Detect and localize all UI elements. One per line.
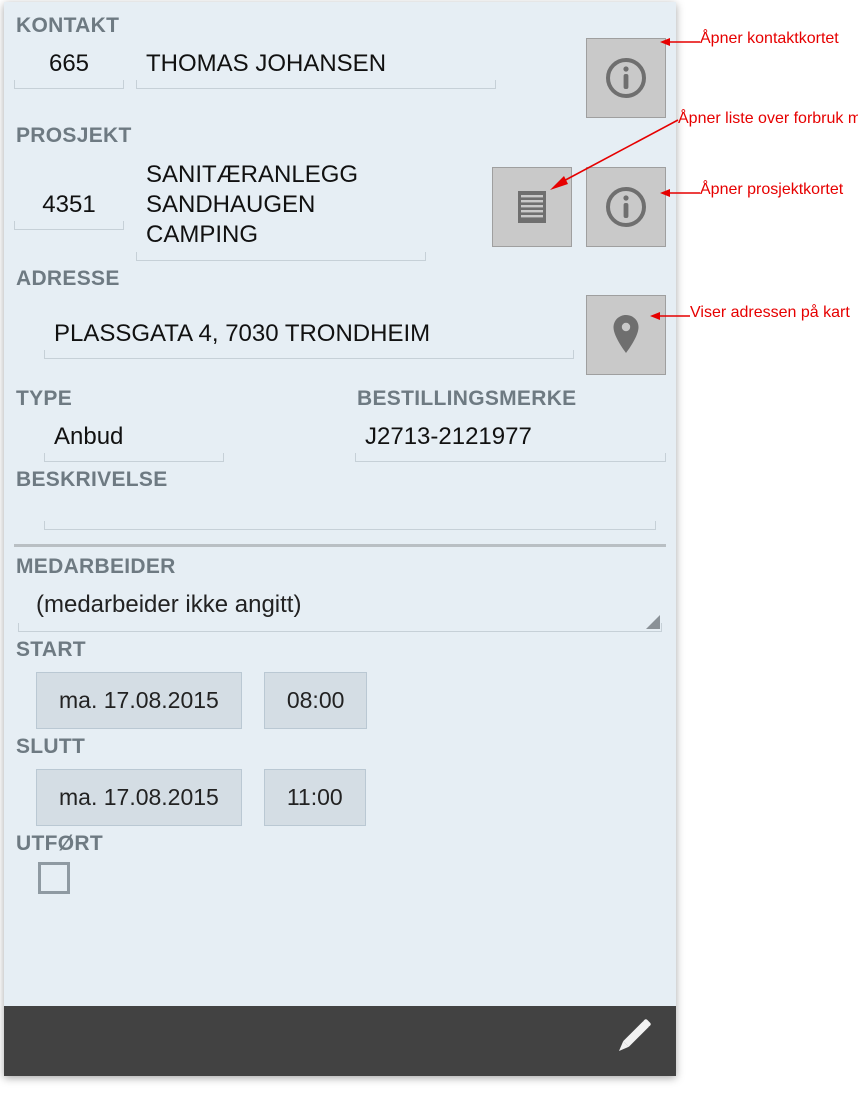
adresse-field[interactable]: PLASSGATA 4, 7030 TRONDHEIM	[44, 312, 574, 359]
info-icon	[603, 184, 649, 230]
beskrivelse-field[interactable]	[44, 496, 656, 530]
callout-prosjekt-info: Åpner prosjektkortet	[700, 181, 843, 199]
info-icon	[603, 55, 649, 101]
prosjekt-info-button[interactable]	[586, 167, 666, 247]
kontakt-id-field[interactable]: 665	[14, 42, 124, 89]
list-icon	[512, 187, 552, 227]
section-divider	[14, 544, 666, 547]
bottom-toolbar	[4, 1006, 676, 1076]
label-start: START	[16, 638, 666, 662]
form-panel: KONTAKT 665 THOMAS JOHANSEN PROSJEKT	[4, 2, 676, 1076]
callout-prosjekt-list: Åpner liste over forbruk mv	[678, 110, 858, 128]
slutt-date-button[interactable]: ma. 17.08.2015	[36, 769, 242, 826]
prosjekt-id-field[interactable]: 4351	[14, 183, 124, 230]
medarbeider-select[interactable]: (medarbeider ikke angitt)	[18, 583, 662, 632]
kontakt-info-button[interactable]	[586, 38, 666, 118]
adresse-map-button[interactable]	[586, 295, 666, 375]
label-kontakt: KONTAKT	[16, 14, 666, 38]
type-field[interactable]: Anbud	[44, 415, 224, 462]
label-bestillingsmerke: BESTILLINGSMERKE	[357, 387, 666, 411]
bestillingsmerke-field[interactable]: J2713-2121977	[355, 415, 666, 462]
edit-button[interactable]	[604, 1012, 658, 1071]
label-utfort: UTFØRT	[16, 832, 666, 856]
utfort-checkbox[interactable]	[38, 862, 70, 894]
label-medarbeider: MEDARBEIDER	[16, 555, 666, 579]
pencil-icon	[604, 1012, 658, 1066]
start-time-button[interactable]: 08:00	[264, 672, 368, 729]
label-type: TYPE	[16, 387, 325, 411]
kontakt-name-field[interactable]: THOMAS JOHANSEN	[136, 42, 496, 89]
label-slutt: SLUTT	[16, 735, 666, 759]
dropdown-caret-icon	[646, 615, 660, 629]
prosjekt-name-field[interactable]: SANITÆRANLEGG SANDHAUGEN CAMPING	[136, 152, 426, 261]
start-date-button[interactable]: ma. 17.08.2015	[36, 672, 242, 729]
medarbeider-selected: (medarbeider ikke angitt)	[36, 591, 301, 618]
label-adresse: ADRESSE	[16, 267, 666, 291]
slutt-time-button[interactable]: 11:00	[264, 769, 366, 826]
callout-kontakt-info: Åpner kontaktkortet	[700, 30, 839, 48]
prosjekt-list-button[interactable]	[492, 167, 572, 247]
callout-adresse-map: Viser adressen på kart	[690, 304, 850, 322]
label-prosjekt: PROSJEKT	[16, 124, 666, 148]
label-beskrivelse: BESKRIVELSE	[16, 468, 666, 492]
map-pin-icon	[609, 313, 643, 357]
